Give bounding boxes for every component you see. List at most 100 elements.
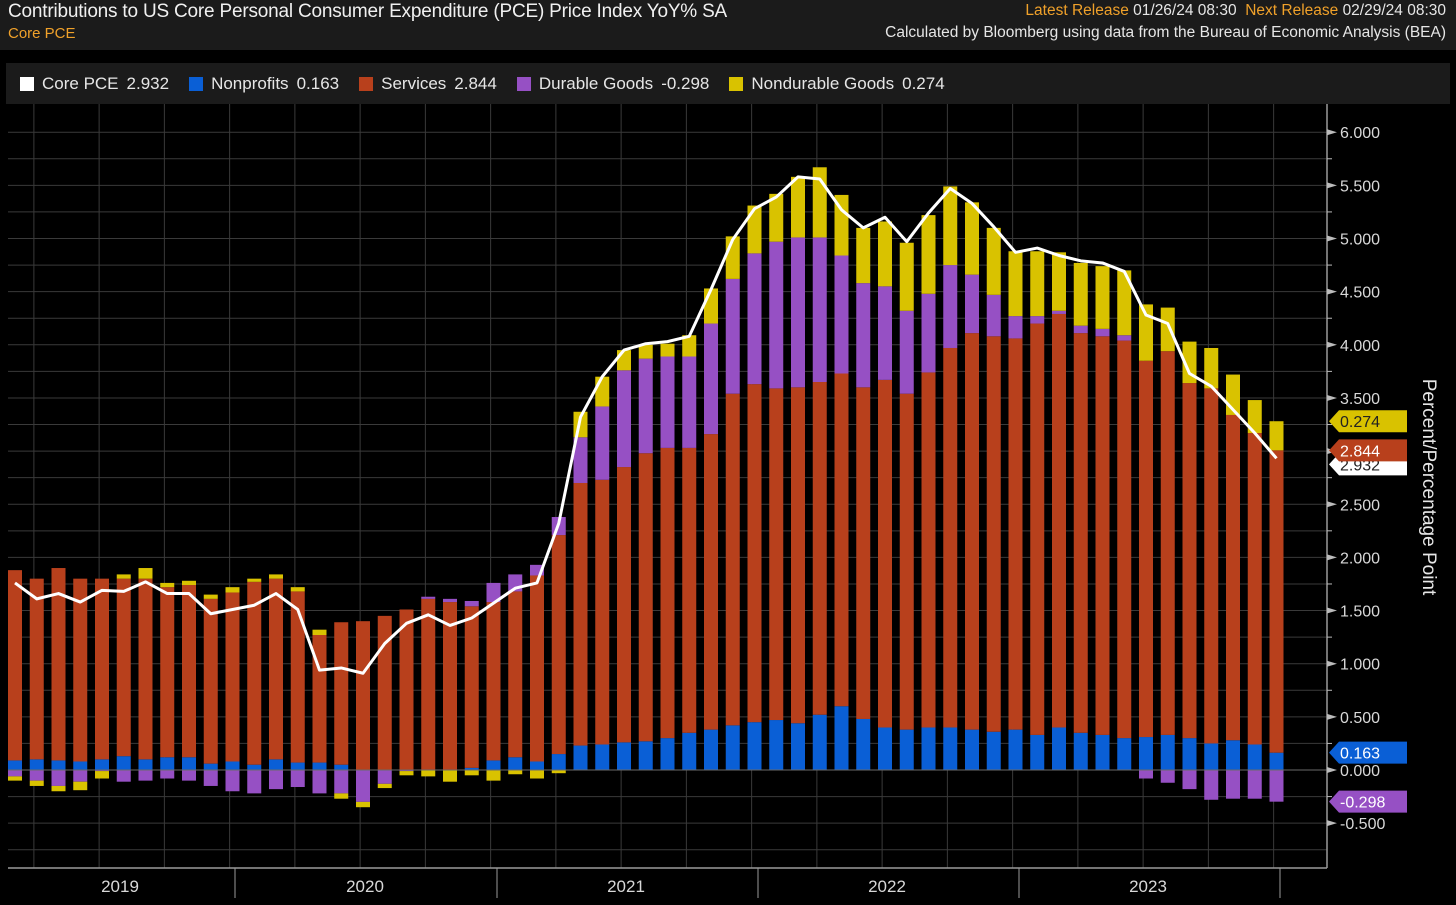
legend-value: 0.163 (296, 73, 340, 93)
bar-nonprofits (1247, 744, 1262, 770)
legend-label: Durable Goods (538, 73, 654, 93)
y-tick-mark (1327, 713, 1337, 720)
bar-services (116, 578, 131, 757)
bar-nondurable-goods (334, 793, 349, 799)
bar-nondurable-goods (986, 227, 1001, 295)
bar-nondurable-goods (747, 205, 762, 254)
bar-durable-goods (660, 356, 675, 448)
bar-nonprofits (1052, 727, 1066, 770)
bar-nondurable-goods (225, 587, 240, 593)
bar-durable-goods (443, 598, 457, 603)
chart-plot: -0.5000.0000.5001.0001.5002.0002.5003.00… (8, 104, 1407, 898)
bar-nonprofits (312, 762, 327, 770)
bar-durable-goods (290, 770, 305, 788)
bar-durable-goods (356, 770, 370, 802)
release-info: Latest Release 01/26/24 08:30 Next Relea… (1025, 2, 1446, 20)
bar-nondurable-goods (660, 343, 675, 357)
bar-nonprofits (725, 725, 740, 770)
bar-nonprofits (1095, 734, 1110, 770)
bar-services (443, 602, 457, 770)
bar-nonprofits (812, 714, 827, 770)
bar-services (29, 578, 44, 760)
legend-label: Services (381, 73, 447, 93)
bar-durable-goods (856, 283, 871, 388)
bar-durable-goods (1139, 770, 1153, 779)
bar-nonprofits (791, 723, 805, 770)
legend-item-durable-goods[interactable]: Durable Goods -0.298 (516, 73, 710, 94)
bar-durable-goods (1073, 325, 1088, 334)
bar-nondurable-goods (943, 186, 958, 266)
y-tick-mark (1327, 607, 1337, 614)
bar-durable-goods (595, 406, 610, 480)
bar-nonprofits (1226, 740, 1240, 770)
bar-nondurable-goods (856, 227, 871, 284)
legend-label: Core PCE (42, 73, 119, 93)
bar-nonprofits (530, 761, 544, 770)
bar-nonprofits (29, 759, 44, 770)
bar-services (160, 587, 175, 758)
bar-nondurable-goods (51, 785, 66, 792)
bar-nonprofits (486, 760, 501, 770)
bar-services (486, 602, 501, 761)
bar-durable-goods (160, 770, 175, 779)
legend-value: -0.298 (661, 73, 710, 93)
bar-durable-goods (1008, 316, 1023, 339)
y-tick-mark (1327, 288, 1337, 295)
bar-nonprofits (1204, 743, 1219, 770)
x-tick-label-2023: 2023 (1129, 877, 1167, 896)
bar-services (1117, 340, 1132, 739)
bar-services (725, 393, 740, 726)
bar-durable-goods (725, 278, 740, 394)
bar-nonprofits (769, 720, 784, 770)
bar-services (247, 581, 262, 765)
bar-nonprofits (1182, 738, 1197, 770)
bar-nonprofits (290, 762, 305, 770)
y-tick-mark (1327, 554, 1337, 561)
bar-nonprofits (682, 732, 697, 770)
bar-durable-goods (769, 241, 784, 389)
bar-nondurable-goods (312, 629, 327, 635)
bar-nonprofits (1030, 734, 1045, 770)
bar-services (921, 372, 936, 728)
bar-nondurable-goods (921, 215, 936, 294)
bar-durable-goods (421, 596, 436, 599)
y-tick-mark (1327, 129, 1337, 136)
y-tick-label: 4.000 (1340, 338, 1380, 355)
legend-item-nonprofits[interactable]: Nonprofits 0.163 (189, 74, 339, 94)
bar-durable-goods (464, 600, 479, 607)
bar-services (769, 388, 784, 721)
bar-durable-goods (116, 770, 131, 782)
bar-services (399, 609, 414, 770)
y-tick-label: 2.000 (1340, 550, 1380, 567)
bar-nonprofits (986, 731, 1001, 770)
y-tick-mark (1327, 341, 1337, 348)
legend-item-nondurable-goods[interactable]: Nondurable Goods 0.274 (729, 74, 945, 94)
bar-durable-goods (1117, 335, 1132, 341)
last-value-tag-label: 0.163 (1340, 746, 1380, 763)
bar-nondurable-goods (8, 776, 22, 781)
bar-services (986, 336, 1001, 732)
last-value-tag-label: -0.298 (1340, 795, 1385, 812)
bar-services (138, 578, 153, 760)
bar-nonprofits (1269, 752, 1284, 770)
legend-item-core-pce[interactable]: Core PCE 2.932 (20, 74, 169, 94)
legend-item-services[interactable]: Services 2.844 (359, 74, 497, 94)
bar-durable-goods (878, 286, 892, 380)
bar-services (225, 592, 240, 762)
bar-nonprofits (1008, 729, 1023, 770)
bar-durable-goods (73, 770, 88, 782)
bar-nondurable-goods (1030, 251, 1045, 317)
bar-services (1095, 336, 1110, 735)
bar-durable-goods (247, 770, 262, 794)
bar-services (95, 578, 109, 760)
y-tick-label: 1.000 (1340, 657, 1380, 674)
bar-services (551, 535, 566, 755)
bar-services (856, 387, 871, 719)
bar-services (965, 333, 979, 730)
bar-nondurable-goods (290, 587, 305, 592)
bar-nondurable-goods (160, 582, 175, 588)
bar-durable-goods (269, 770, 283, 790)
bar-nondurable-goods (182, 580, 196, 586)
bar-services (508, 591, 523, 758)
legend-swatch (189, 76, 204, 91)
